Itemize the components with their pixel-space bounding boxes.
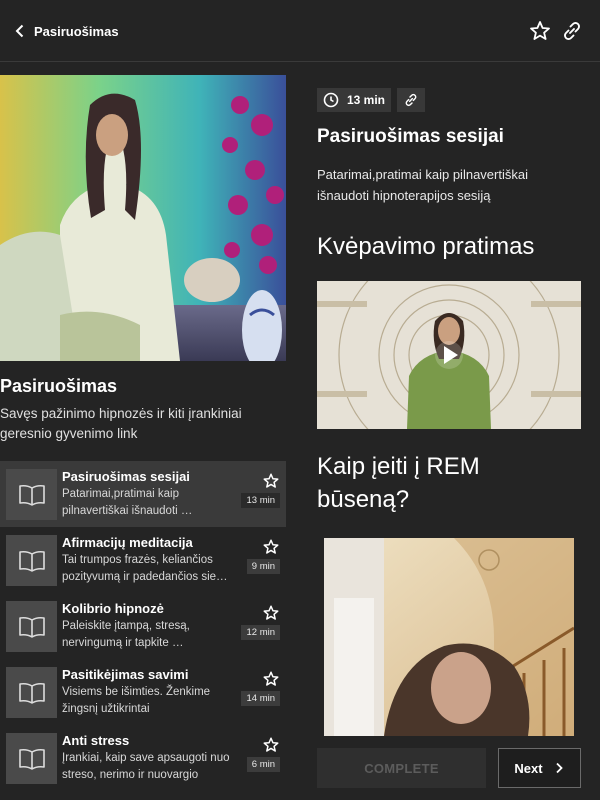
top-bar: Pasiruošimas xyxy=(0,0,600,62)
book-icon xyxy=(6,601,57,652)
duration-label: 13 min xyxy=(347,93,386,107)
lesson-subtitle: Patarimai,pratimai kaip pilnavertiškai i… xyxy=(317,167,528,203)
lesson-duration: 14 min xyxy=(241,691,280,706)
star-icon[interactable] xyxy=(262,604,280,622)
lesson-meta: 13 min xyxy=(317,88,426,112)
lesson-description: Visiems be išimties. Ženkime žingsnį užt… xyxy=(62,686,211,715)
lesson-duration: 6 min xyxy=(246,757,280,772)
lesson-duration: 9 min xyxy=(246,559,280,574)
book-icon xyxy=(6,667,57,718)
copy-link-chip[interactable] xyxy=(397,88,426,112)
section-heading: Kvėpavimo pratimas xyxy=(317,233,535,260)
lesson-list: Pasiruošimas sesijai Patarimai,pratimai … xyxy=(0,461,286,791)
lesson-duration: 12 min xyxy=(241,625,280,640)
star-icon[interactable] xyxy=(528,19,552,43)
star-icon[interactable] xyxy=(262,538,280,556)
duration-chip: 13 min xyxy=(317,88,392,112)
lesson-title: Anti stress xyxy=(62,733,130,748)
star-icon[interactable] xyxy=(262,736,280,754)
lesson-duration: 13 min xyxy=(241,493,280,508)
lesson-title: Kolibrio hipnozė xyxy=(62,601,164,616)
course-description: Savęs pažinimo hipnozės ir kiti įrankini… xyxy=(0,406,242,441)
chevron-right-icon xyxy=(555,762,563,774)
lesson-title: Afirmacijų meditacija xyxy=(62,535,193,550)
section-heading: Kaip įeiti į REM būseną? xyxy=(317,453,480,513)
clock-icon xyxy=(323,92,339,108)
back-label: Pasiruošimas xyxy=(34,23,119,39)
lesson-description: Tai trumpos frazės, keliančios pozityvum… xyxy=(62,554,228,583)
book-icon xyxy=(6,535,57,586)
lesson-description: Paleiskite įtampą, stresą, nervingumą ir… xyxy=(62,620,190,649)
lesson-title: Pasiruošimas sesijai xyxy=(62,469,190,484)
video-player[interactable] xyxy=(317,281,581,429)
next-label: Next xyxy=(514,760,543,776)
lesson-item[interactable]: Pasitikėjimas savimi Visiems be išimties… xyxy=(0,659,286,725)
lesson-item[interactable]: Afirmacijų meditacija Tai trumpos frazės… xyxy=(0,527,286,593)
lesson-item[interactable]: Kolibrio hipnozė Paleiskite įtampą, stre… xyxy=(0,593,286,659)
course-cover-image xyxy=(0,75,286,361)
star-icon[interactable] xyxy=(262,472,280,490)
next-button[interactable]: Next xyxy=(498,748,581,788)
book-icon xyxy=(6,469,57,520)
chevron-left-icon xyxy=(15,24,24,38)
video-player[interactable] xyxy=(324,538,574,736)
star-icon[interactable] xyxy=(262,670,280,688)
lesson-item[interactable]: Anti stress Įrankiai, kaip save apsaugot… xyxy=(0,725,286,791)
book-icon xyxy=(6,733,57,784)
back-button[interactable]: Pasiruošimas xyxy=(12,20,119,42)
link-icon[interactable] xyxy=(560,19,584,43)
lesson-description: Įrankiai, kaip save apsaugoti nuo streso… xyxy=(62,752,230,781)
lesson-title: Pasitikėjimas savimi xyxy=(62,667,189,682)
lesson-heading: Pasiruošimas sesijai xyxy=(317,126,504,147)
complete-button[interactable]: COMPLETE xyxy=(317,748,486,788)
lesson-description: Patarimai,pratimai kaip pilnavertiškai i… xyxy=(62,488,193,517)
course-title: Pasiruošimas xyxy=(0,376,118,396)
lesson-item[interactable]: Pasiruošimas sesijai Patarimai,pratimai … xyxy=(0,461,286,527)
link-icon xyxy=(405,93,417,107)
